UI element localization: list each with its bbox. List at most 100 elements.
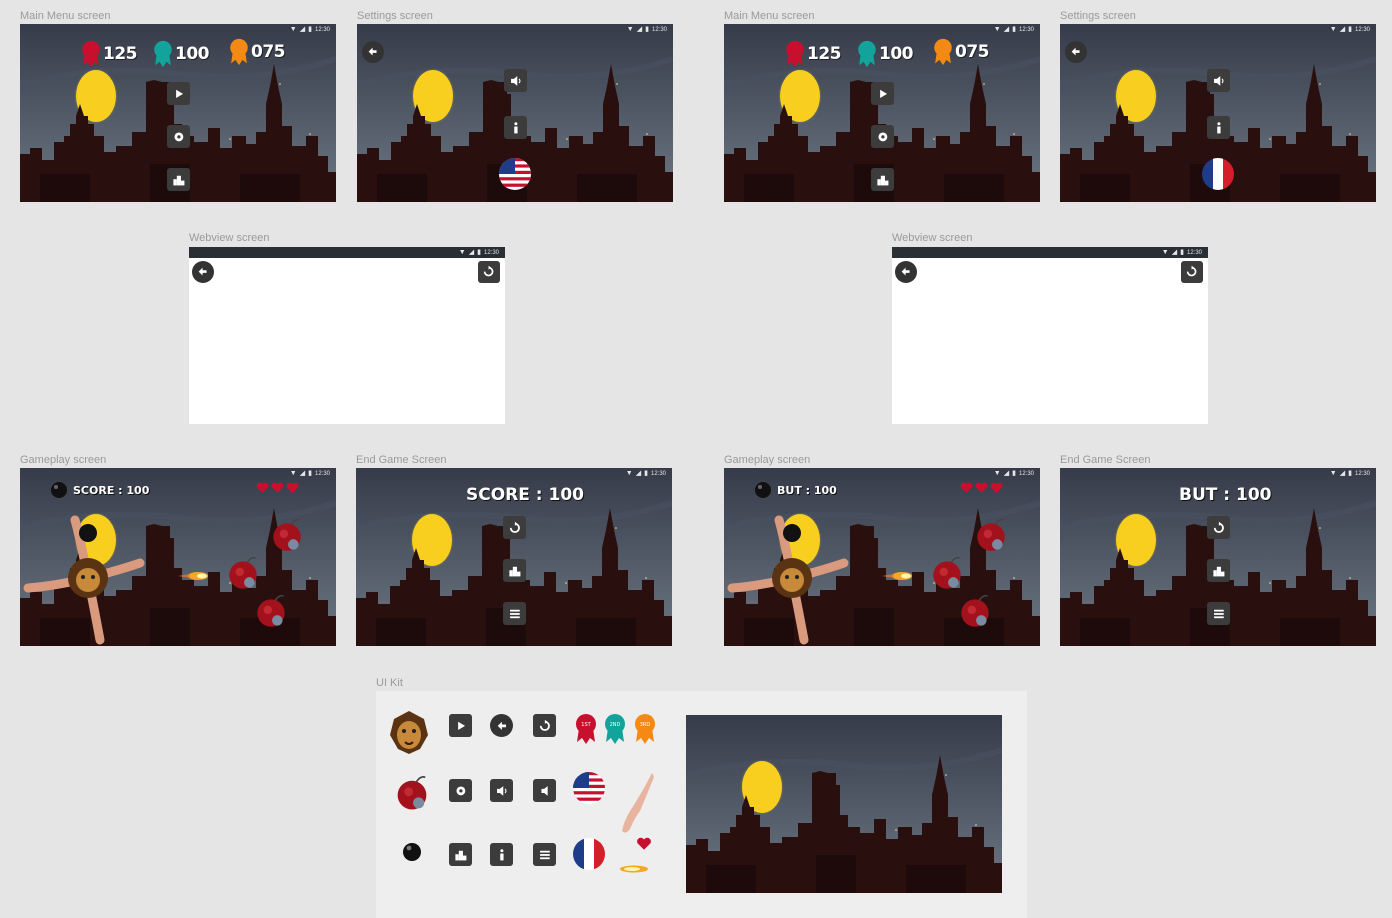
settings-button[interactable] xyxy=(871,125,894,148)
bomb-enemy xyxy=(272,518,302,552)
end-game-screen: ▼ ◢ ▮ 12:30 SCORE : 100 xyxy=(356,468,672,646)
sound-icon xyxy=(1213,75,1224,86)
status-bar: ▼ ◢ ▮ 12:30 xyxy=(189,247,505,258)
ribbon-icon xyxy=(82,40,100,68)
play-icon xyxy=(879,89,887,98)
back-button[interactable] xyxy=(895,261,917,283)
status-bar: ▼ ◢ ▮ 12:30 xyxy=(1329,470,1370,477)
gear-icon xyxy=(456,786,465,795)
menu-icon xyxy=(1213,609,1224,618)
first-place-score: 125 xyxy=(80,40,138,68)
bomb-enemy xyxy=(976,518,1006,552)
sound-button[interactable] xyxy=(1207,69,1230,92)
back-button[interactable] xyxy=(192,261,214,283)
fireball-icon xyxy=(882,572,912,580)
ui-kit-panel: 1ST 2ND 3RD xyxy=(376,691,1027,918)
menu-button[interactable] xyxy=(1207,602,1230,625)
podium-icon xyxy=(1212,566,1225,577)
status-bar: ▼ ◢ ▮ 12:30 xyxy=(626,26,667,33)
sound-off-button-asset xyxy=(533,779,556,802)
main-menu-screen-fr: ▼ ◢ ▮ 12:30 125 100 075 xyxy=(724,24,1040,202)
heart-icon xyxy=(990,482,1003,493)
podium-icon xyxy=(876,175,889,186)
sound-button[interactable] xyxy=(504,69,527,92)
settings-screen: ▼ ◢ ▮ 12:30 xyxy=(357,24,673,202)
play-icon xyxy=(457,721,465,730)
back-arrow-icon xyxy=(1072,48,1080,56)
lives-display xyxy=(960,482,1003,494)
cannonball-icon xyxy=(755,482,771,498)
ribbon-icon xyxy=(786,40,804,68)
final-score: BUT : 100 xyxy=(1179,485,1272,505)
back-arrow-icon xyxy=(369,48,377,56)
heart-icon xyxy=(271,482,284,493)
frame-label-main-menu-1: Main Menu screen xyxy=(20,10,111,22)
hand-icon xyxy=(622,773,654,833)
replay-button[interactable] xyxy=(503,516,526,539)
sound-icon xyxy=(496,785,507,796)
ribbon-icon xyxy=(934,38,952,66)
svg-text:2ND: 2ND xyxy=(610,722,621,728)
status-bar: ▼ ◢ ▮ 12:30 xyxy=(289,470,330,477)
third-place-score: 075 xyxy=(228,38,286,66)
info-button[interactable] xyxy=(1207,116,1230,139)
end-game-screen-fr: ▼ ◢ ▮ 12:30 BUT : 100 xyxy=(1060,468,1376,646)
settings-screen-fr: ▼ ◢ ▮ 12:30 xyxy=(1060,24,1376,202)
cannonball-icon xyxy=(403,843,421,861)
usa-flag-icon[interactable] xyxy=(499,158,531,190)
menu-icon xyxy=(539,850,550,859)
refresh-icon xyxy=(1213,521,1224,533)
back-button[interactable] xyxy=(1065,41,1087,63)
info-button-asset xyxy=(490,843,513,866)
leaderboard-button[interactable] xyxy=(167,168,190,191)
ribbon-icon xyxy=(230,38,248,66)
svg-text:1ST: 1ST xyxy=(581,722,591,728)
info-button[interactable] xyxy=(504,116,527,139)
replay-button[interactable] xyxy=(1207,516,1230,539)
frame-label-webview-2: Webview screen xyxy=(892,232,973,244)
france-flag-icon[interactable] xyxy=(1202,158,1234,190)
frame-label-webview-1: Webview screen xyxy=(189,232,270,244)
settings-button[interactable] xyxy=(167,125,190,148)
frame-label-settings-1: Settings screen xyxy=(357,10,433,22)
score-display: BUT : 100 xyxy=(754,481,837,499)
heart-icon xyxy=(960,482,973,493)
bomb-enemy xyxy=(960,594,990,628)
bomb-enemy xyxy=(228,556,258,590)
lion-player xyxy=(23,515,145,645)
ribbon-icon: 1ST xyxy=(576,714,596,744)
leaderboard-button[interactable] xyxy=(503,559,526,582)
status-bar: ▼ ◢ ▮ 12:30 xyxy=(289,26,330,33)
heart-icon xyxy=(286,482,299,493)
heart-icon xyxy=(975,482,988,493)
heart-icon xyxy=(637,837,651,850)
france-flag-icon xyxy=(573,838,605,870)
gear-icon xyxy=(878,132,887,141)
leaderboard-button[interactable] xyxy=(871,168,894,191)
refresh-icon xyxy=(1187,266,1197,277)
ribbon-icon: 3RD xyxy=(635,714,655,744)
refresh-icon xyxy=(509,521,520,533)
first-place-score: 125 xyxy=(784,40,842,68)
menu-button-asset xyxy=(533,843,556,866)
second-place-score: 100 xyxy=(856,40,914,68)
leaderboard-button[interactable] xyxy=(1207,559,1230,582)
menu-button[interactable] xyxy=(503,602,526,625)
fireball-icon xyxy=(620,865,648,873)
leaderboard-button-asset xyxy=(449,843,472,866)
info-icon xyxy=(513,121,518,134)
play-button[interactable] xyxy=(167,82,190,105)
back-arrow-icon xyxy=(199,268,207,276)
ribbon-icon xyxy=(858,40,876,68)
lives-display xyxy=(256,482,299,494)
back-button[interactable] xyxy=(362,41,384,63)
refresh-button[interactable] xyxy=(1181,261,1203,283)
bomb-icon xyxy=(396,776,428,811)
play-button[interactable] xyxy=(871,82,894,105)
refresh-button[interactable] xyxy=(478,261,500,283)
podium-icon xyxy=(508,566,521,577)
back-arrow-icon xyxy=(902,268,910,276)
main-menu-screen: ▼ ◢ ▮ 12:30 125 100 075 xyxy=(20,24,336,202)
refresh-icon xyxy=(484,266,494,277)
third-place-score: 075 xyxy=(932,38,990,66)
